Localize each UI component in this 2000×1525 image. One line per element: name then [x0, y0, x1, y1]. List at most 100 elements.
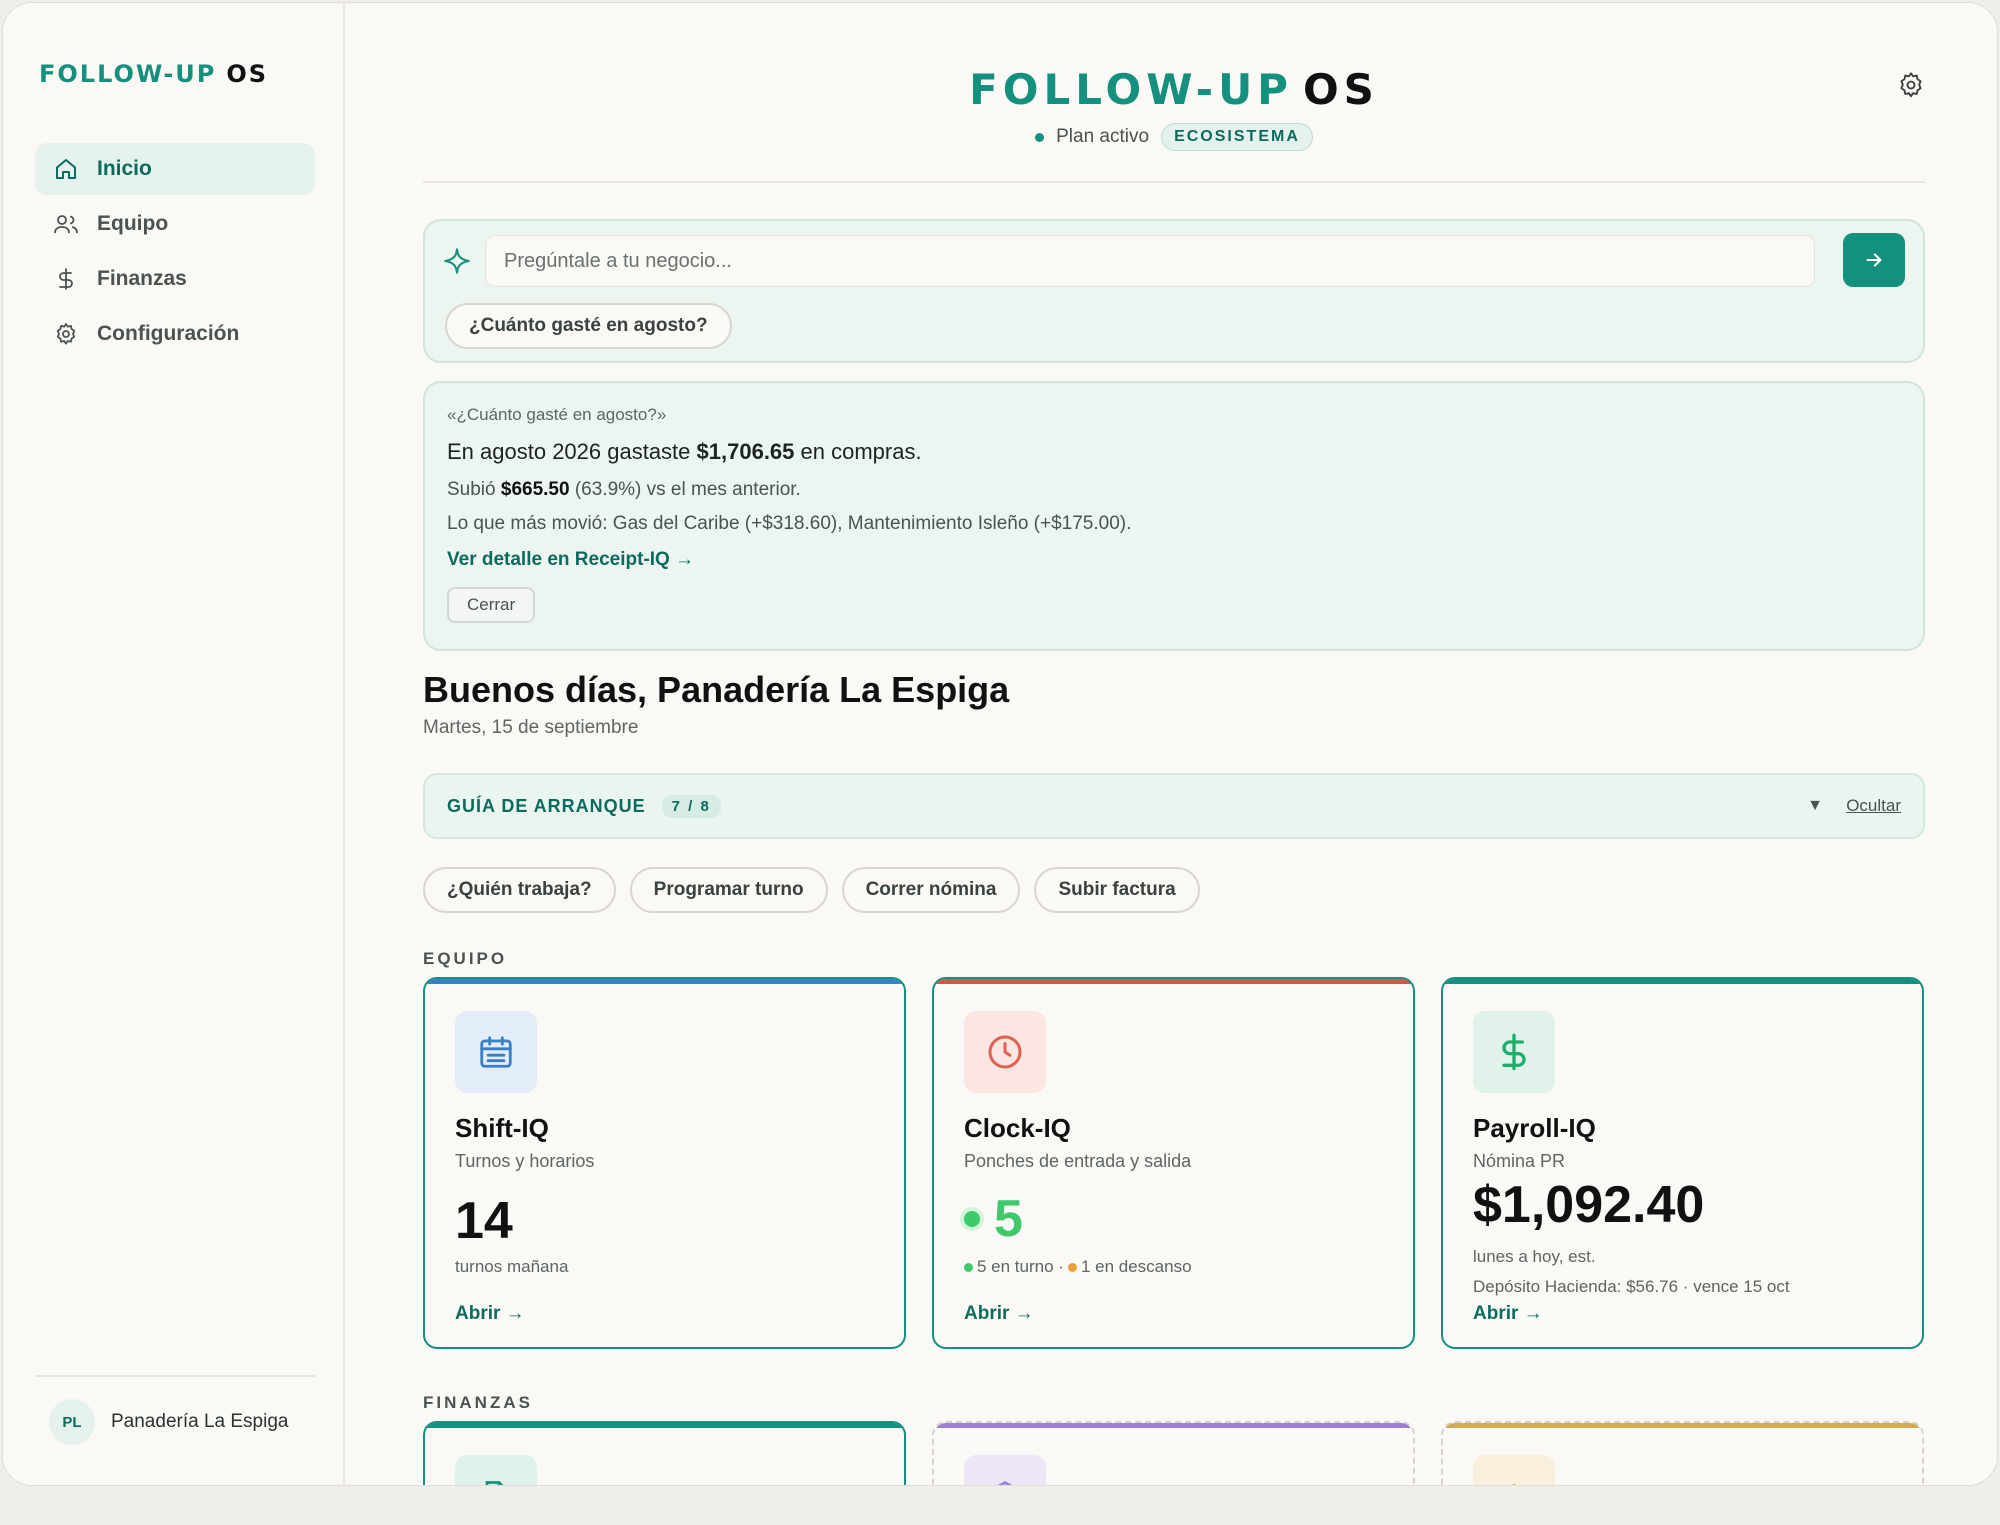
on-break-dot	[1067, 1262, 1077, 1272]
document-icon	[455, 1455, 537, 1485]
shifts-count: 14	[455, 1192, 513, 1250]
open-payroll-iq-link[interactable]: Abrir →	[1473, 1303, 1543, 1325]
sidebar-item-finanzas[interactable]: Finanzas	[35, 253, 315, 305]
clocked-in-status: 5	[964, 1189, 1023, 1249]
logo-word-follow-up: FOLLOW-UP	[39, 60, 217, 88]
quick-actions: ¿Quién trabaja? Programar turno Correr n…	[423, 867, 1200, 913]
card-subtitle: Turnos y horarios	[455, 1151, 595, 1171]
quick-action-who-works[interactable]: ¿Quién trabaja?	[423, 867, 616, 913]
hacienda-deposit: Depósito Hacienda: $56.76 · vence 15 oct	[1473, 1277, 1790, 1296]
sidebar-item-equipo[interactable]: Equipo	[35, 198, 315, 250]
main-content: FOLLOW-UP OS Plan activo ECOSISTEMA Pregú…	[423, 3, 1925, 1485]
quick-action-schedule-shift[interactable]: Programar turno	[629, 867, 828, 913]
business-name: Panadería La Espiga	[111, 1411, 289, 1432]
logo-word-os: OS	[226, 60, 269, 88]
receipt-iq-link[interactable]: Ver detalle en Receipt-IQ →	[447, 549, 1901, 571]
sidebar-item-label: Configuración	[97, 322, 240, 345]
card-title: Payroll-IQ	[1473, 1113, 1596, 1143]
answer-text: En agosto 2026 gastaste	[447, 439, 697, 464]
sidebar-item-configuracion[interactable]: Configuración	[35, 308, 315, 360]
sidebar-nav: Inicio Equipo Finanzas Configuración	[35, 143, 315, 363]
ask-submit-button[interactable]	[1843, 233, 1905, 287]
answer-panel: «¿Cuánto gasté en agosto?» En agosto 202…	[423, 381, 1925, 651]
payroll-amount: $1,092.40	[1473, 1176, 1705, 1234]
home-icon	[53, 156, 79, 182]
settings-gear-icon[interactable]	[1897, 71, 1925, 99]
card-subtitle: Nómina PR	[1473, 1151, 1566, 1171]
payroll-iq-card[interactable]: Payroll-IQ Nómina PR $1,092.40 lunes a h…	[1441, 977, 1924, 1349]
sidebar: FOLLOW-UP OS Inicio Equipo Finanzas Conf…	[3, 3, 345, 1485]
open-shift-iq-link[interactable]: Abrir →	[455, 1303, 525, 1325]
clock-iq-card[interactable]: Clock-IQ Ponches de entrada y salida 5 5…	[932, 977, 1415, 1349]
answer-change-amount: $665.50	[500, 479, 570, 500]
sidebar-item-label: Equipo	[97, 212, 169, 235]
page-title: Buenos días, Panadería La Espiga	[423, 669, 1010, 710]
section-title-equipo: EQUIPO	[423, 949, 508, 968]
equipo-cards: Shift-IQ Turnos y horarios 14 turnos mañ…	[423, 977, 1924, 1349]
arrow-right-icon	[1866, 253, 1882, 267]
guide-progress-badge: 7 / 8	[661, 794, 721, 818]
clock-icon	[964, 1011, 1046, 1093]
answer-change: Subió $665.50 (63.9%) vs el mes anterior…	[447, 479, 1901, 501]
card-accent-bar	[1443, 1423, 1922, 1428]
status-dot	[1035, 132, 1045, 142]
sidebar-item-inicio[interactable]: Inicio	[35, 143, 315, 195]
gear-icon	[53, 321, 79, 347]
sidebar-logo[interactable]: FOLLOW-UP OS	[39, 59, 268, 89]
finance-card[interactable]	[423, 1421, 906, 1485]
section-title-finanzas: FINANZAS	[423, 1393, 533, 1412]
answer-text: Subió	[447, 479, 501, 500]
ask-input[interactable]: Pregúntale a tu negocio...	[485, 235, 1815, 287]
plan-badge: ECOSISTEMA	[1161, 123, 1313, 151]
plan-status: Plan activo ECOSISTEMA	[423, 123, 1925, 151]
card-accent-bar	[934, 1423, 1413, 1428]
logo-word-os: OS	[1302, 65, 1379, 114]
shifts-caption: turnos mañana	[455, 1257, 569, 1276]
account-switcher[interactable]: PL Panadería La Espiga	[35, 1375, 315, 1445]
guide-title: GUÍA DE ARRANQUE	[447, 795, 646, 816]
quick-action-upload-invoice[interactable]: Subir factura	[1034, 867, 1200, 913]
suggestion-chip[interactable]: ¿Cuánto gasté en agosto?	[445, 303, 732, 349]
payroll-period: lunes a hoy, est.	[1473, 1247, 1596, 1266]
startup-guide[interactable]: GUÍA DE ARRANQUE 7 / 8 ▼ Ocultar	[423, 773, 1925, 839]
users-icon	[53, 211, 79, 237]
dollar-icon	[53, 266, 79, 292]
card-accent-bar	[934, 979, 1413, 984]
card-accent-bar	[425, 979, 904, 984]
card-subtitle: Ponches de entrada y salida	[964, 1151, 1192, 1171]
answer-summary: En agosto 2026 gastaste $1,706.65 en com…	[447, 439, 1901, 465]
close-answer-button[interactable]: Cerrar	[447, 587, 536, 623]
app-window: FOLLOW-UP OS Inicio Equipo Finanzas Conf…	[2, 2, 1998, 1486]
answer-question: «¿Cuánto gasté en agosto?»	[447, 405, 667, 424]
dollar-icon	[1473, 1011, 1555, 1093]
on-shift-dot	[964, 1262, 973, 1272]
on-break-label: 1 en descanso	[1080, 1257, 1192, 1276]
avatar: PL	[49, 1399, 95, 1445]
chevron-down-icon[interactable]: ▼	[1807, 797, 1823, 815]
shift-iq-card[interactable]: Shift-IQ Turnos y horarios 14 turnos mañ…	[423, 977, 906, 1349]
finance-card[interactable]	[1441, 1421, 1924, 1485]
sidebar-item-label: Inicio	[97, 157, 152, 180]
card-title: Shift-IQ	[455, 1113, 549, 1143]
plus-icon	[1473, 1455, 1555, 1485]
answer-amount: $1,706.65	[696, 439, 795, 464]
sparkle-icon	[443, 247, 471, 275]
box-icon	[964, 1455, 1046, 1485]
card-accent-bar	[1443, 979, 1922, 984]
answer-text: (63.9%) vs el mes anterior.	[569, 479, 801, 500]
main-logo: FOLLOW-UP OS	[423, 65, 1925, 114]
logo-word-follow-up: FOLLOW-UP	[969, 65, 1293, 114]
sidebar-item-label: Finanzas	[97, 267, 187, 290]
answer-text: en compras.	[794, 439, 922, 464]
open-clock-iq-link[interactable]: Abrir →	[964, 1303, 1034, 1325]
ask-panel: Pregúntale a tu negocio... ¿Cuánto gasté…	[423, 219, 1925, 363]
finance-card[interactable]	[932, 1421, 1415, 1485]
quick-action-run-payroll[interactable]: Correr nómina	[841, 867, 1021, 913]
current-date: Martes, 15 de septiembre	[423, 717, 639, 738]
hide-guide-link[interactable]: Ocultar	[1846, 796, 1901, 816]
on-shift-label: 5 en turno ·	[977, 1257, 1064, 1276]
clock-legend: 5 en turno · 1 en descanso	[964, 1257, 1192, 1277]
card-accent-bar	[425, 1423, 904, 1428]
finanzas-cards	[423, 1421, 1924, 1485]
page-header: FOLLOW-UP OS Plan activo ECOSISTEMA	[423, 3, 1925, 183]
